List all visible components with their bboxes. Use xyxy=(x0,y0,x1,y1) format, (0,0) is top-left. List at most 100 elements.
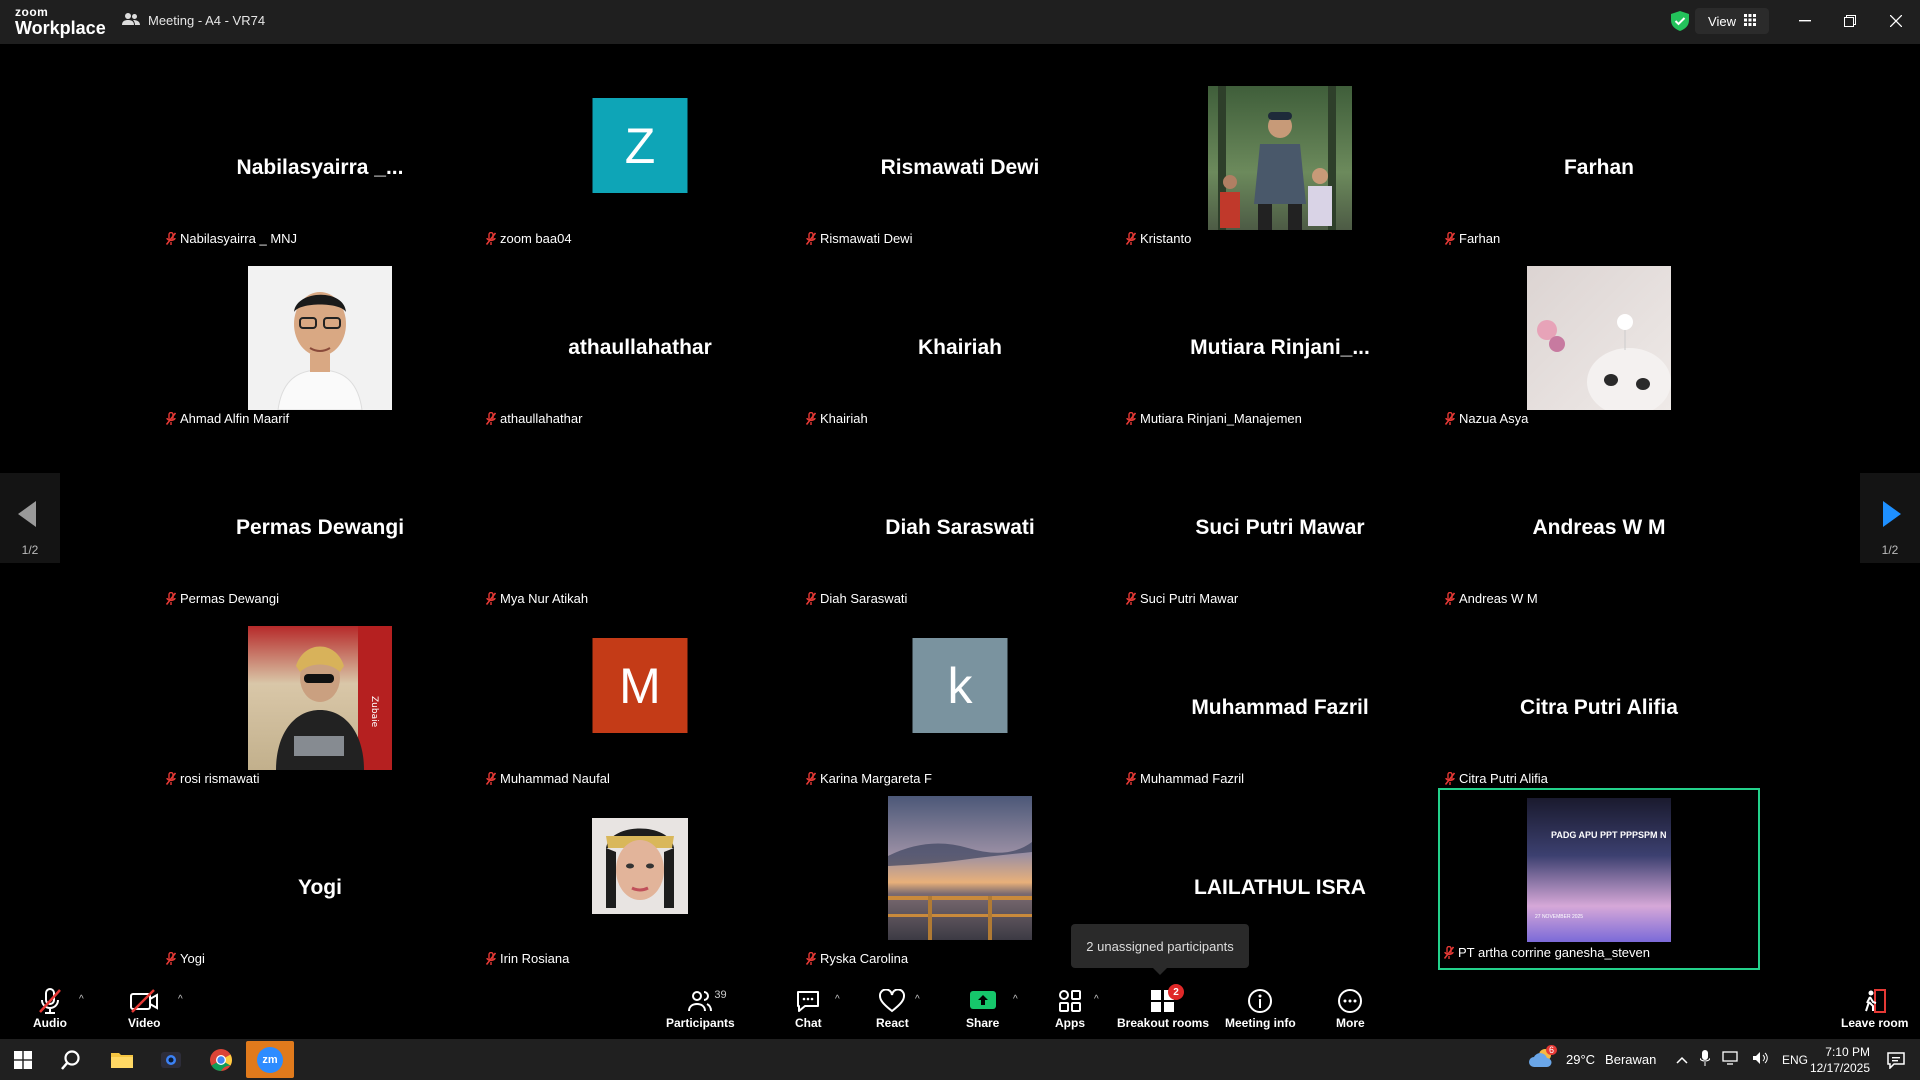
network-icon[interactable] xyxy=(1722,1051,1740,1068)
participant-name: Muhammad Naufal xyxy=(500,771,610,786)
participant-tile[interactable]: athaullahathar athaullahathar xyxy=(482,258,798,434)
leave-room-button[interactable]: Leave room xyxy=(1841,986,1908,1030)
participant-name-label: Muhammad Naufal xyxy=(486,771,610,786)
participant-tile[interactable]: M Muhammad Naufal xyxy=(482,618,798,794)
more-icon xyxy=(1337,986,1363,1016)
participant-display-name: Rismawati Dewi xyxy=(880,156,1040,179)
participant-tile[interactable]: PADG APU PPT PPPSPM N 27 NOVEMBER 2025 PT … xyxy=(1438,788,1760,970)
apps-options-caret-icon[interactable]: ^ xyxy=(1094,994,1099,1005)
next-page-button[interactable]: 1/2 xyxy=(1860,473,1920,563)
video-options-caret-icon[interactable]: ^ xyxy=(178,994,183,1005)
next-page-indicator: 1/2 xyxy=(1881,543,1899,557)
speaker-icon[interactable] xyxy=(1752,1051,1770,1068)
participants-button[interactable]: 39 Participants xyxy=(666,986,735,1030)
minimize-icon[interactable] xyxy=(1793,10,1817,32)
weather-badge: 6 xyxy=(1546,1045,1558,1055)
view-label: View xyxy=(1708,13,1736,29)
chevron-up-icon[interactable] xyxy=(1676,1052,1688,1067)
microphone-icon[interactable] xyxy=(1699,1050,1711,1069)
participant-video xyxy=(568,446,712,590)
video-button[interactable]: Video xyxy=(128,986,160,1030)
participant-name: zoom baa04 xyxy=(500,231,572,246)
more-button[interactable]: More xyxy=(1336,986,1365,1030)
participant-name-label: Yogi xyxy=(166,951,205,966)
people-icon xyxy=(122,12,140,29)
mic-muted-icon xyxy=(486,231,496,246)
audio-options-caret-icon[interactable]: ^ xyxy=(79,994,84,1005)
meeting-info-button[interactable]: Meeting info xyxy=(1225,986,1296,1030)
participant-tile[interactable]: Rismawati Dewi Rismawati Dewi xyxy=(802,78,1118,254)
weather-widget[interactable]: 6 29°C Berawan xyxy=(1528,1039,1656,1080)
participant-initial-avatar: M xyxy=(592,638,688,733)
security-shield-icon[interactable] xyxy=(1668,9,1692,33)
windows-start-icon[interactable] xyxy=(3,1043,43,1076)
mic-muted-icon xyxy=(806,591,816,606)
participant-tile[interactable]: Mya Nur Atikah xyxy=(482,438,798,614)
participant-tile[interactable]: Muhammad Fazril Muhammad Fazril xyxy=(1122,618,1438,794)
participant-tile[interactable]: Permas Dewangi Permas Dewangi xyxy=(162,438,478,614)
participant-tile[interactable]: Andreas W M Andreas W M xyxy=(1441,438,1757,614)
participant-name-label: Suci Putri Mawar xyxy=(1126,591,1238,606)
breakout-rooms-button[interactable]: 2 Breakout rooms xyxy=(1117,984,1209,1030)
participant-name-label: Ahmad Alfin Maarif xyxy=(166,411,289,426)
chat-label: Chat xyxy=(795,1016,822,1030)
mic-muted-icon xyxy=(166,771,176,786)
participant-tile[interactable]: Suci Putri Mawar Suci Putri Mawar xyxy=(1122,438,1438,614)
audio-button[interactable]: Audio xyxy=(33,986,67,1030)
mic-muted-icon xyxy=(1126,591,1136,606)
share-options-caret-icon[interactable]: ^ xyxy=(1013,994,1018,1005)
participant-display-name: Citra Putri Alifia xyxy=(1520,696,1678,719)
participant-name-label: zoom baa04 xyxy=(486,231,572,246)
share-button[interactable]: Share xyxy=(966,986,999,1030)
participant-tile[interactable]: Nabilasyairra _... Nabilasyairra _ MNJ xyxy=(162,78,478,254)
notifications-icon[interactable] xyxy=(1876,1043,1916,1076)
chat-button[interactable]: Chat xyxy=(795,986,822,1030)
participant-tile[interactable]: Zzoom baa04 xyxy=(482,78,798,254)
participant-name-label: Farhan xyxy=(1445,231,1500,246)
chrome-icon[interactable] xyxy=(201,1043,241,1076)
zoom-taskbar-icon[interactable]: zm xyxy=(246,1041,294,1078)
participant-tile[interactable]: Kristanto xyxy=(1122,78,1438,254)
participant-tile[interactable]: Zubaie rosi rismawati xyxy=(162,618,478,794)
zoom-app-icon: zm xyxy=(257,1046,283,1073)
participant-name-label: Nabilasyairra _ MNJ xyxy=(166,231,297,246)
apps-button[interactable]: Apps xyxy=(1055,986,1085,1030)
participant-name-label: Karina Margareta F xyxy=(806,771,932,786)
participant-tile[interactable]: Mutiara Rinjani_... Mutiara Rinjani_Manaj… xyxy=(1122,258,1438,434)
participant-tile[interactable]: Ahmad Alfin Maarif xyxy=(162,258,478,434)
camera-app-icon[interactable] xyxy=(151,1043,191,1076)
mic-muted-icon xyxy=(806,231,816,246)
participant-video: Zubaie xyxy=(248,626,392,770)
restore-icon[interactable] xyxy=(1838,10,1862,32)
participant-tile[interactable]: Citra Putri Alifia Citra Putri Alifia xyxy=(1441,618,1757,794)
participant-name: Ahmad Alfin Maarif xyxy=(180,411,290,426)
participant-initial-avatar: Z xyxy=(592,98,688,193)
participant-name-label: PT artha corrine ganesha_steven xyxy=(1444,945,1650,960)
participant-tile[interactable]: Nazua Asya xyxy=(1441,258,1757,434)
participant-tile[interactable]: k Karina Margareta F xyxy=(802,618,1118,794)
search-icon[interactable] xyxy=(51,1043,91,1076)
participant-tile[interactable]: Diah Saraswati Diah Saraswati xyxy=(802,438,1118,614)
participant-tile[interactable]: Yogi Yogi xyxy=(162,798,478,974)
participant-name: Muhammad Fazril xyxy=(1140,771,1245,786)
info-icon xyxy=(1247,986,1273,1016)
react-button[interactable]: React xyxy=(876,986,909,1030)
view-button[interactable]: View xyxy=(1695,8,1769,34)
mic-muted-icon xyxy=(1445,591,1455,606)
previous-page-button[interactable]: 1/2 xyxy=(0,473,60,563)
participant-name: Mutiara Rinjani_Manajemen xyxy=(1140,411,1302,426)
participant-tile[interactable]: Irin Rosiana xyxy=(482,798,798,974)
clock[interactable]: 7:10 PM 12/17/2025 xyxy=(1800,1039,1870,1080)
participant-tile[interactable]: Farhan Farhan xyxy=(1441,78,1757,254)
temperature: 29°C xyxy=(1566,1052,1596,1067)
participant-name-label: Permas Dewangi xyxy=(166,591,279,606)
file-explorer-icon[interactable] xyxy=(102,1043,142,1076)
participant-tile[interactable]: Khairiah Khairiah xyxy=(802,258,1118,434)
participant-name: Andreas W M xyxy=(1459,591,1538,606)
close-icon[interactable] xyxy=(1884,10,1908,32)
mic-muted-icon xyxy=(1126,231,1136,246)
chat-options-caret-icon[interactable]: ^ xyxy=(835,994,840,1005)
react-options-caret-icon[interactable]: ^ xyxy=(915,994,920,1005)
meeting-title[interactable]: Meeting - A4 - VR74 xyxy=(122,12,265,29)
meeting-title-text: Meeting - A4 - VR74 xyxy=(148,13,266,28)
